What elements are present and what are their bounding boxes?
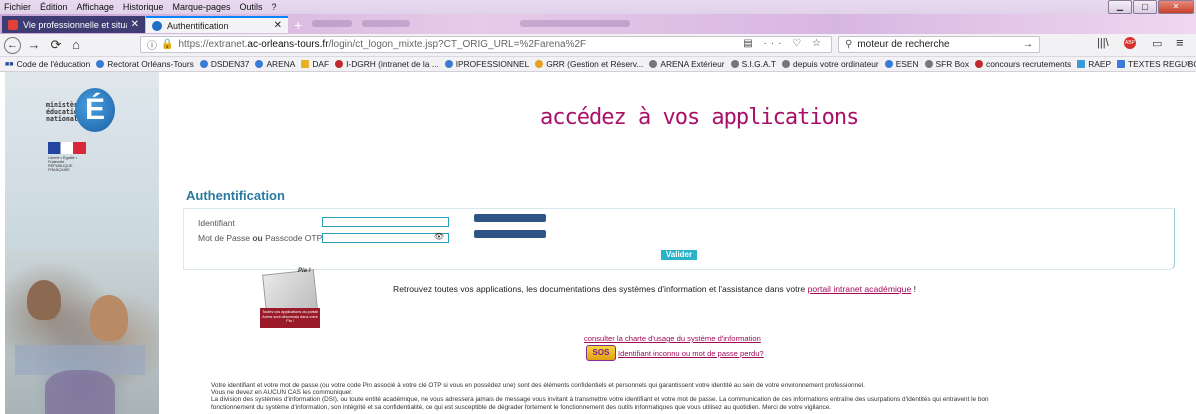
- window-controls: ▁ ▢ ✕: [1108, 0, 1194, 14]
- pia-promo-image[interactable]: Pia ! Toutes vos applications du portail…: [260, 268, 322, 328]
- bookmark-depuis-ordinateur[interactable]: depuis votre ordinateur: [782, 59, 882, 69]
- menu-outils[interactable]: Outils: [236, 2, 268, 12]
- tab-authentification[interactable]: Authentification ✕: [146, 16, 288, 33]
- bookmark-dsden37[interactable]: DSDEN37: [199, 59, 253, 69]
- flag-caption: Liberté • Égalité • Fraternité RÉPUBLIQU…: [48, 156, 78, 172]
- blurred-tab: [362, 20, 410, 27]
- menu-fichier[interactable]: Fichier: [0, 2, 36, 12]
- back-arrow-icon[interactable]: ←: [4, 37, 21, 54]
- tab-strip: Vie professionnelle et situation ✕ Authe…: [0, 14, 1196, 34]
- bookmark-i-dgrh[interactable]: I-DGRH (intranet de la ...: [335, 59, 442, 69]
- bookmark-esen[interactable]: ESEN: [884, 59, 922, 69]
- menu-bar: Fichier Édition Affichage Historique Mar…: [0, 0, 1196, 14]
- hamburger-menu-icon[interactable]: ≡: [1176, 35, 1184, 50]
- lost-credentials: Identifiant inconnu ou mot de passe perd…: [618, 349, 764, 358]
- bookmark-raep[interactable]: RAEP: [1077, 59, 1114, 69]
- bookmark-grr[interactable]: GRR (Gestion et Réserv...: [535, 59, 646, 69]
- favicon-icon: [8, 19, 18, 30]
- flag-icon: ■■: [5, 60, 14, 68]
- notice-line: Vous ne devez en AUCUN CAS les communiqu…: [211, 389, 353, 397]
- page-sidebar: ministère éducation nationale É Liberté …: [5, 72, 159, 414]
- adblock-icon[interactable]: ABP: [1124, 37, 1136, 49]
- notice-line: fonctionnement du système d'information,…: [211, 403, 832, 411]
- eye-icon[interactable]: 👁: [434, 232, 444, 241]
- auth-title: Authentification: [186, 188, 285, 203]
- lost-credentials-link[interactable]: Identifiant inconnu ou mot de passe perd…: [618, 349, 764, 358]
- page-headline: accédez à vos applications: [540, 105, 859, 130]
- new-tab-button[interactable]: +: [294, 17, 302, 33]
- bookmark-sfr-box[interactable]: SFR Box: [924, 59, 973, 69]
- tab-label: Authentification: [167, 20, 229, 31]
- search-icon: ⚲: [845, 39, 853, 50]
- minimize-button[interactable]: ▁: [1108, 0, 1132, 14]
- search-input[interactable]: ⚲ moteur de recherche →: [838, 36, 1040, 53]
- bookmark-code-education[interactable]: Code de l'éducation: [16, 59, 93, 69]
- url-text: https://extranet.ac-orleans-tours.fr/log…: [178, 39, 587, 50]
- menu-historique[interactable]: Historique: [119, 2, 169, 12]
- bookmark-arena[interactable]: ARENA: [255, 59, 298, 69]
- lock-icon[interactable]: 🔒: [161, 39, 173, 50]
- close-window-button[interactable]: ✕: [1158, 0, 1194, 14]
- notice-line: Votre identifiant et votre mot de passe …: [211, 382, 865, 389]
- bookmark-iprofessionnel[interactable]: IPROFESSIONNEL: [444, 59, 533, 69]
- portal-text: Retrouvez toutes vos applications, les d…: [393, 284, 917, 294]
- home-icon[interactable]: ⌂: [68, 37, 84, 53]
- blurred-tab: [520, 20, 630, 27]
- valider-button[interactable]: Valider: [661, 250, 697, 260]
- sos-icon[interactable]: SOS: [586, 345, 616, 361]
- maximize-button[interactable]: ▢: [1133, 0, 1157, 14]
- menu-help[interactable]: ?: [268, 2, 282, 12]
- students-photo: [5, 250, 159, 414]
- portail-link[interactable]: portail intranet académique: [808, 284, 912, 294]
- notice-line: La division des systèmes d'information (…: [211, 396, 989, 404]
- sidebar-toggle-icon[interactable]: ▭: [1152, 37, 1162, 50]
- menu-marque-pages[interactable]: Marque-pages: [168, 2, 235, 12]
- identifiant-label: Identifiant: [198, 218, 235, 228]
- arrow-annotation: [474, 230, 546, 238]
- bookmarks-bar: ■■ Code de l'éducation Rectorat Orléans-…: [0, 57, 1196, 72]
- pia-caption: Toutes vos applications du portail Arena…: [260, 308, 320, 328]
- logo-e-icon: É: [75, 88, 115, 132]
- address-bar[interactable]: ⓘ 🔒 https://extranet.ac-orleans-tours.fr…: [140, 36, 832, 53]
- bookmark-daf[interactable]: DAF: [301, 59, 332, 69]
- bookmarks-overflow-icon[interactable]: »: [1184, 57, 1190, 71]
- charte-link[interactable]: consulter la charte d'usage du système d…: [584, 334, 761, 343]
- close-tab-icon[interactable]: ✕: [131, 19, 139, 30]
- security-notice: Votre identifiant et votre mot de passe …: [211, 382, 1171, 411]
- menu-affichage[interactable]: Affichage: [73, 2, 119, 12]
- navigation-bar: ← → ⟳ ⌂ ⓘ 🔒 https://extranet.ac-orleans-…: [0, 34, 1196, 57]
- bookmark-arena-exterieur[interactable]: ARENA Extérieur: [649, 59, 727, 69]
- tab-label: Vie professionnelle et situation: [23, 19, 127, 30]
- marianne-flag-icon: [48, 142, 86, 154]
- bookmark-sigat[interactable]: S.I.G.A.T: [730, 59, 779, 69]
- pia-top-label: Pia !: [298, 268, 311, 274]
- search-placeholder: moteur de recherche: [857, 39, 950, 50]
- blurred-tab: [312, 20, 352, 27]
- reload-icon[interactable]: ⟳: [48, 37, 64, 53]
- bookmark-concours[interactable]: concours recrutements: [975, 59, 1074, 69]
- arrow-annotation: [474, 214, 546, 222]
- close-tab-icon[interactable]: ✕: [274, 20, 282, 31]
- bookmark-rectorat[interactable]: Rectorat Orléans-Tours: [96, 59, 197, 69]
- forward-arrow-icon[interactable]: →: [26, 37, 42, 53]
- password-input[interactable]: 👁: [322, 232, 449, 243]
- search-go-icon[interactable]: →: [1023, 39, 1033, 50]
- info-icon[interactable]: ⓘ: [147, 37, 157, 52]
- favicon-icon: [152, 20, 162, 31]
- menu-edition[interactable]: Édition: [36, 2, 73, 12]
- identifiant-input[interactable]: [322, 217, 449, 227]
- page-actions-icons[interactable]: ▤ ··· ♡ ☆: [743, 38, 825, 49]
- library-icon[interactable]: |||\: [1097, 37, 1109, 49]
- tab-vie-professionnelle[interactable]: Vie professionnelle et situation ✕: [2, 16, 145, 33]
- password-label: Mot de Passe ou Passcode OTP: [198, 233, 323, 243]
